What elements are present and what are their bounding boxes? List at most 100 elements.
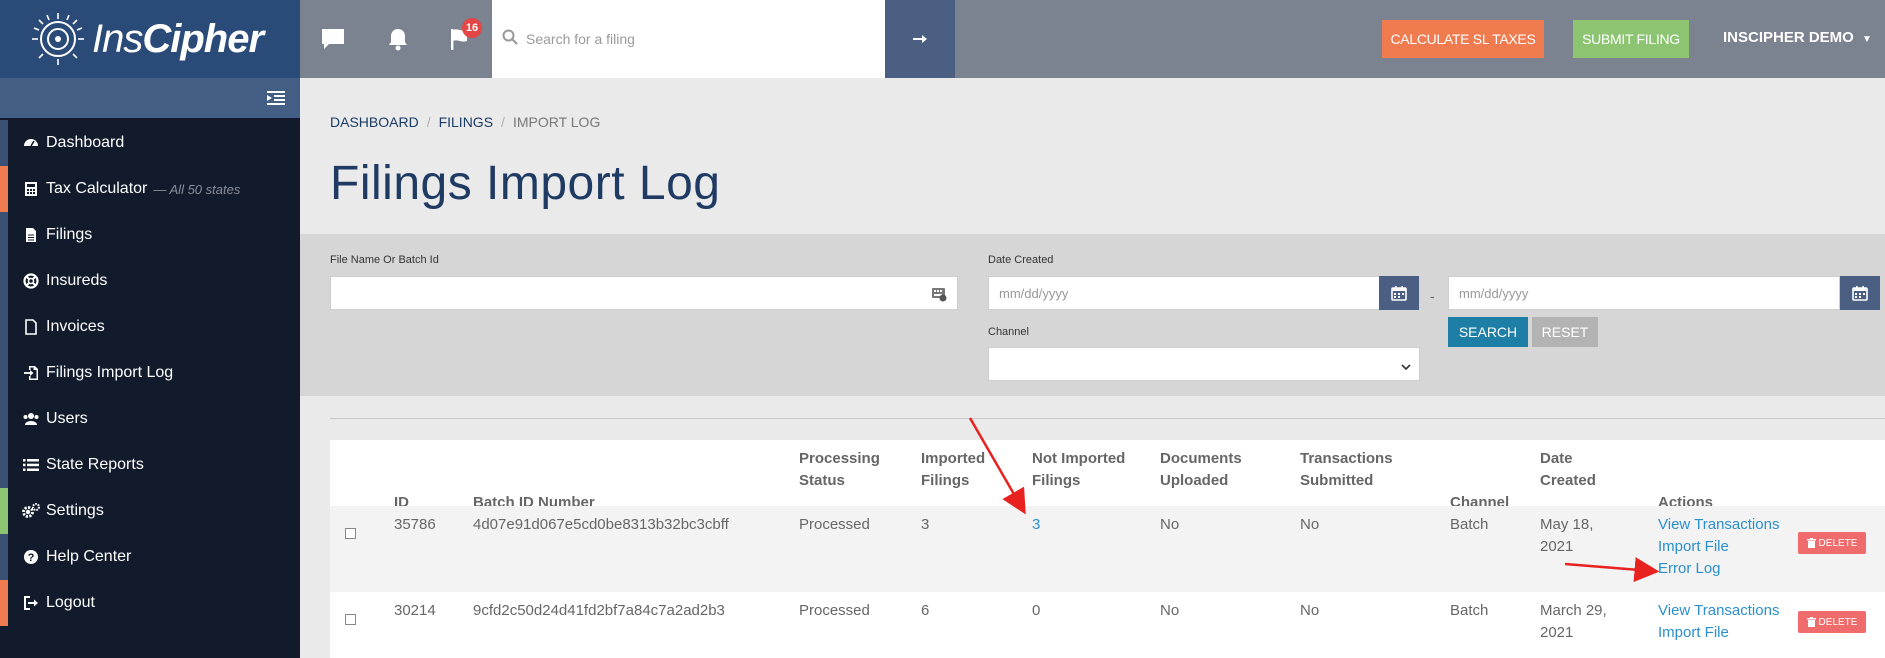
- sidebar-item-label: Tax Calculator: [46, 180, 148, 197]
- breadcrumb-separator: /: [501, 114, 505, 130]
- sidebar-item-help-center[interactable]: ? Help Center: [0, 534, 300, 580]
- dashboard-icon: [22, 135, 40, 151]
- svg-text:?: ?: [28, 552, 35, 564]
- delete-button[interactable]: DELETE: [1798, 611, 1866, 633]
- trash-icon: [1806, 617, 1816, 627]
- import-file-link[interactable]: Import File: [1658, 622, 1779, 644]
- delete-label: DELETE: [1818, 537, 1858, 549]
- date-to-calendar-button[interactable]: [1840, 276, 1880, 310]
- arrow-right-icon: [913, 35, 927, 43]
- sidebar-item-label: Invoices: [46, 318, 105, 335]
- import-file-link[interactable]: Import File: [1658, 536, 1779, 558]
- date-to-input[interactable]: mm/dd/yyyy: [1448, 276, 1840, 310]
- sidebar-nav: Dashboard Tax Calculator — All 50 states Fi…: [0, 120, 300, 626]
- file-name-input[interactable]: [330, 276, 958, 310]
- user-menu-label: INSCIPHER DEMO: [1723, 29, 1854, 46]
- calculator-icon: [22, 181, 40, 197]
- cell-documents: No: [1160, 516, 1180, 533]
- delete-label: DELETE: [1818, 616, 1858, 628]
- sidebar-item-settings[interactable]: Settings: [0, 488, 300, 534]
- sidebar-item-users[interactable]: Users: [0, 396, 300, 442]
- sidebar-item-tax-calculator[interactable]: Tax Calculator — All 50 states: [0, 166, 300, 212]
- header-date-created: Date Created: [1540, 450, 1596, 489]
- submit-filing-button[interactable]: SUBMIT FILING: [1573, 20, 1689, 58]
- top-bar: 16 CALCULATE SL TAXES SUBMIT FILING INSC…: [300, 0, 1885, 78]
- sidebar-item-note: — All 50 states: [153, 181, 241, 197]
- sidebar-item-stripe: [0, 304, 8, 350]
- error-log-link[interactable]: Error Log: [1658, 558, 1779, 580]
- reset-button[interactable]: RESET: [1532, 317, 1598, 347]
- calculate-sl-taxes-button[interactable]: CALCULATE SL TAXES: [1382, 20, 1544, 58]
- page-title: Filings Import Log: [330, 157, 721, 210]
- caret-down-icon: ▼: [1862, 34, 1872, 45]
- gears-icon: [22, 503, 40, 519]
- sidebar-item-label: Dashboard: [46, 134, 125, 151]
- filter-panel: File Name Or Batch Id Date Created mm/dd…: [300, 234, 1885, 396]
- file-name-label: File Name Or Batch Id: [330, 254, 439, 266]
- sidebar-item-invoices[interactable]: Invoices: [0, 304, 300, 350]
- cell-date: May 18, 2021: [1540, 516, 1594, 555]
- sidebar-item-filings-import-log[interactable]: Filings Import Log: [0, 350, 300, 396]
- breadcrumb: DASHBOARD / FILINGS / IMPORT LOG: [330, 114, 600, 130]
- sidebar-item-stripe: [0, 166, 8, 212]
- table-row: 35786 4d07e91d067e5cd0be8313b32bc3cbff P…: [330, 506, 1885, 592]
- header-documents-uploaded: Documents Uploaded: [1160, 450, 1242, 489]
- sidebar-item-logout[interactable]: Logout: [0, 580, 300, 626]
- sidebar-item-label: Logout: [46, 594, 95, 611]
- row-actions: View Transactions Import File Error Log: [1658, 514, 1779, 580]
- header-not-imported-filings: Not Imported Filings: [1032, 450, 1126, 489]
- question-icon: ?: [22, 549, 40, 565]
- sidebar-item-state-reports[interactable]: State Reports: [0, 442, 300, 488]
- cell-not-imported: 0: [1032, 602, 1041, 619]
- sidebar-item-stripe: [0, 534, 8, 580]
- breadcrumb-dashboard[interactable]: DASHBOARD: [330, 114, 419, 130]
- life-ring-icon: [22, 273, 40, 289]
- bell-icon[interactable]: [386, 27, 410, 56]
- list-icon: [22, 458, 40, 472]
- user-menu[interactable]: INSCIPHER DEMO ▼: [1723, 29, 1872, 46]
- row-checkbox[interactable]: [345, 614, 356, 625]
- sidebar-item-filings[interactable]: Filings: [0, 212, 300, 258]
- filing-search: [492, 0, 885, 78]
- sidebar-item-stripe: [0, 350, 8, 396]
- breadcrumb-separator: /: [426, 114, 431, 130]
- cell-transactions: No: [1300, 516, 1320, 533]
- cell-id: 30214: [394, 602, 436, 619]
- sidebar-item-label: Filings Import Log: [46, 364, 174, 381]
- cell-date: March 29, 2021: [1540, 602, 1607, 641]
- collapse-sidebar-icon[interactable]: [266, 88, 286, 108]
- search-submit-button[interactable]: [885, 0, 955, 78]
- header-imported-filings: Imported Filings: [921, 450, 986, 489]
- date-created-label: Date Created: [988, 254, 1054, 266]
- brand-logo[interactable]: InsCipher: [0, 0, 300, 78]
- delete-button[interactable]: DELETE: [1798, 532, 1866, 554]
- not-imported-link[interactable]: 3: [1032, 514, 1040, 536]
- sidebar-item-label: Filings: [46, 226, 93, 243]
- cell-channel: Batch: [1450, 602, 1489, 619]
- header-processing-status: Processing Status: [799, 450, 880, 489]
- view-transactions-link[interactable]: View Transactions: [1658, 514, 1779, 536]
- date-from-calendar-button[interactable]: [1379, 276, 1419, 310]
- sidebar-item-insureds[interactable]: Insureds: [0, 258, 300, 304]
- date-from-input[interactable]: mm/dd/yyyy: [988, 276, 1380, 310]
- import-icon: [22, 365, 40, 381]
- chevron-down-icon: [1401, 359, 1411, 374]
- row-actions: View Transactions Import File: [1658, 600, 1779, 644]
- cell-imported: 6: [921, 602, 930, 619]
- breadcrumb-filings[interactable]: FILINGS: [439, 114, 493, 130]
- brand-wordmark: InsCipher: [92, 16, 264, 61]
- filing-search-input[interactable]: [526, 31, 866, 47]
- sidebar-item-dashboard[interactable]: Dashboard: [0, 120, 300, 166]
- sidebar-item-stripe: [0, 396, 8, 442]
- search-button[interactable]: SEARCH: [1448, 317, 1528, 347]
- main-content: DASHBOARD / FILINGS / IMPORT LOG Filings Imp…: [300, 78, 1885, 658]
- row-checkbox[interactable]: [345, 528, 356, 539]
- chat-icon[interactable]: [320, 27, 346, 56]
- document-icon: [22, 319, 40, 335]
- breadcrumb-current: IMPORT LOG: [512, 114, 601, 130]
- cell-documents: No: [1160, 602, 1180, 619]
- view-transactions-link[interactable]: View Transactions: [1658, 600, 1779, 622]
- sidebar-item-label: State Reports: [46, 456, 144, 473]
- channel-select[interactable]: [988, 347, 1420, 381]
- sidebar-item-stripe: [0, 488, 8, 534]
